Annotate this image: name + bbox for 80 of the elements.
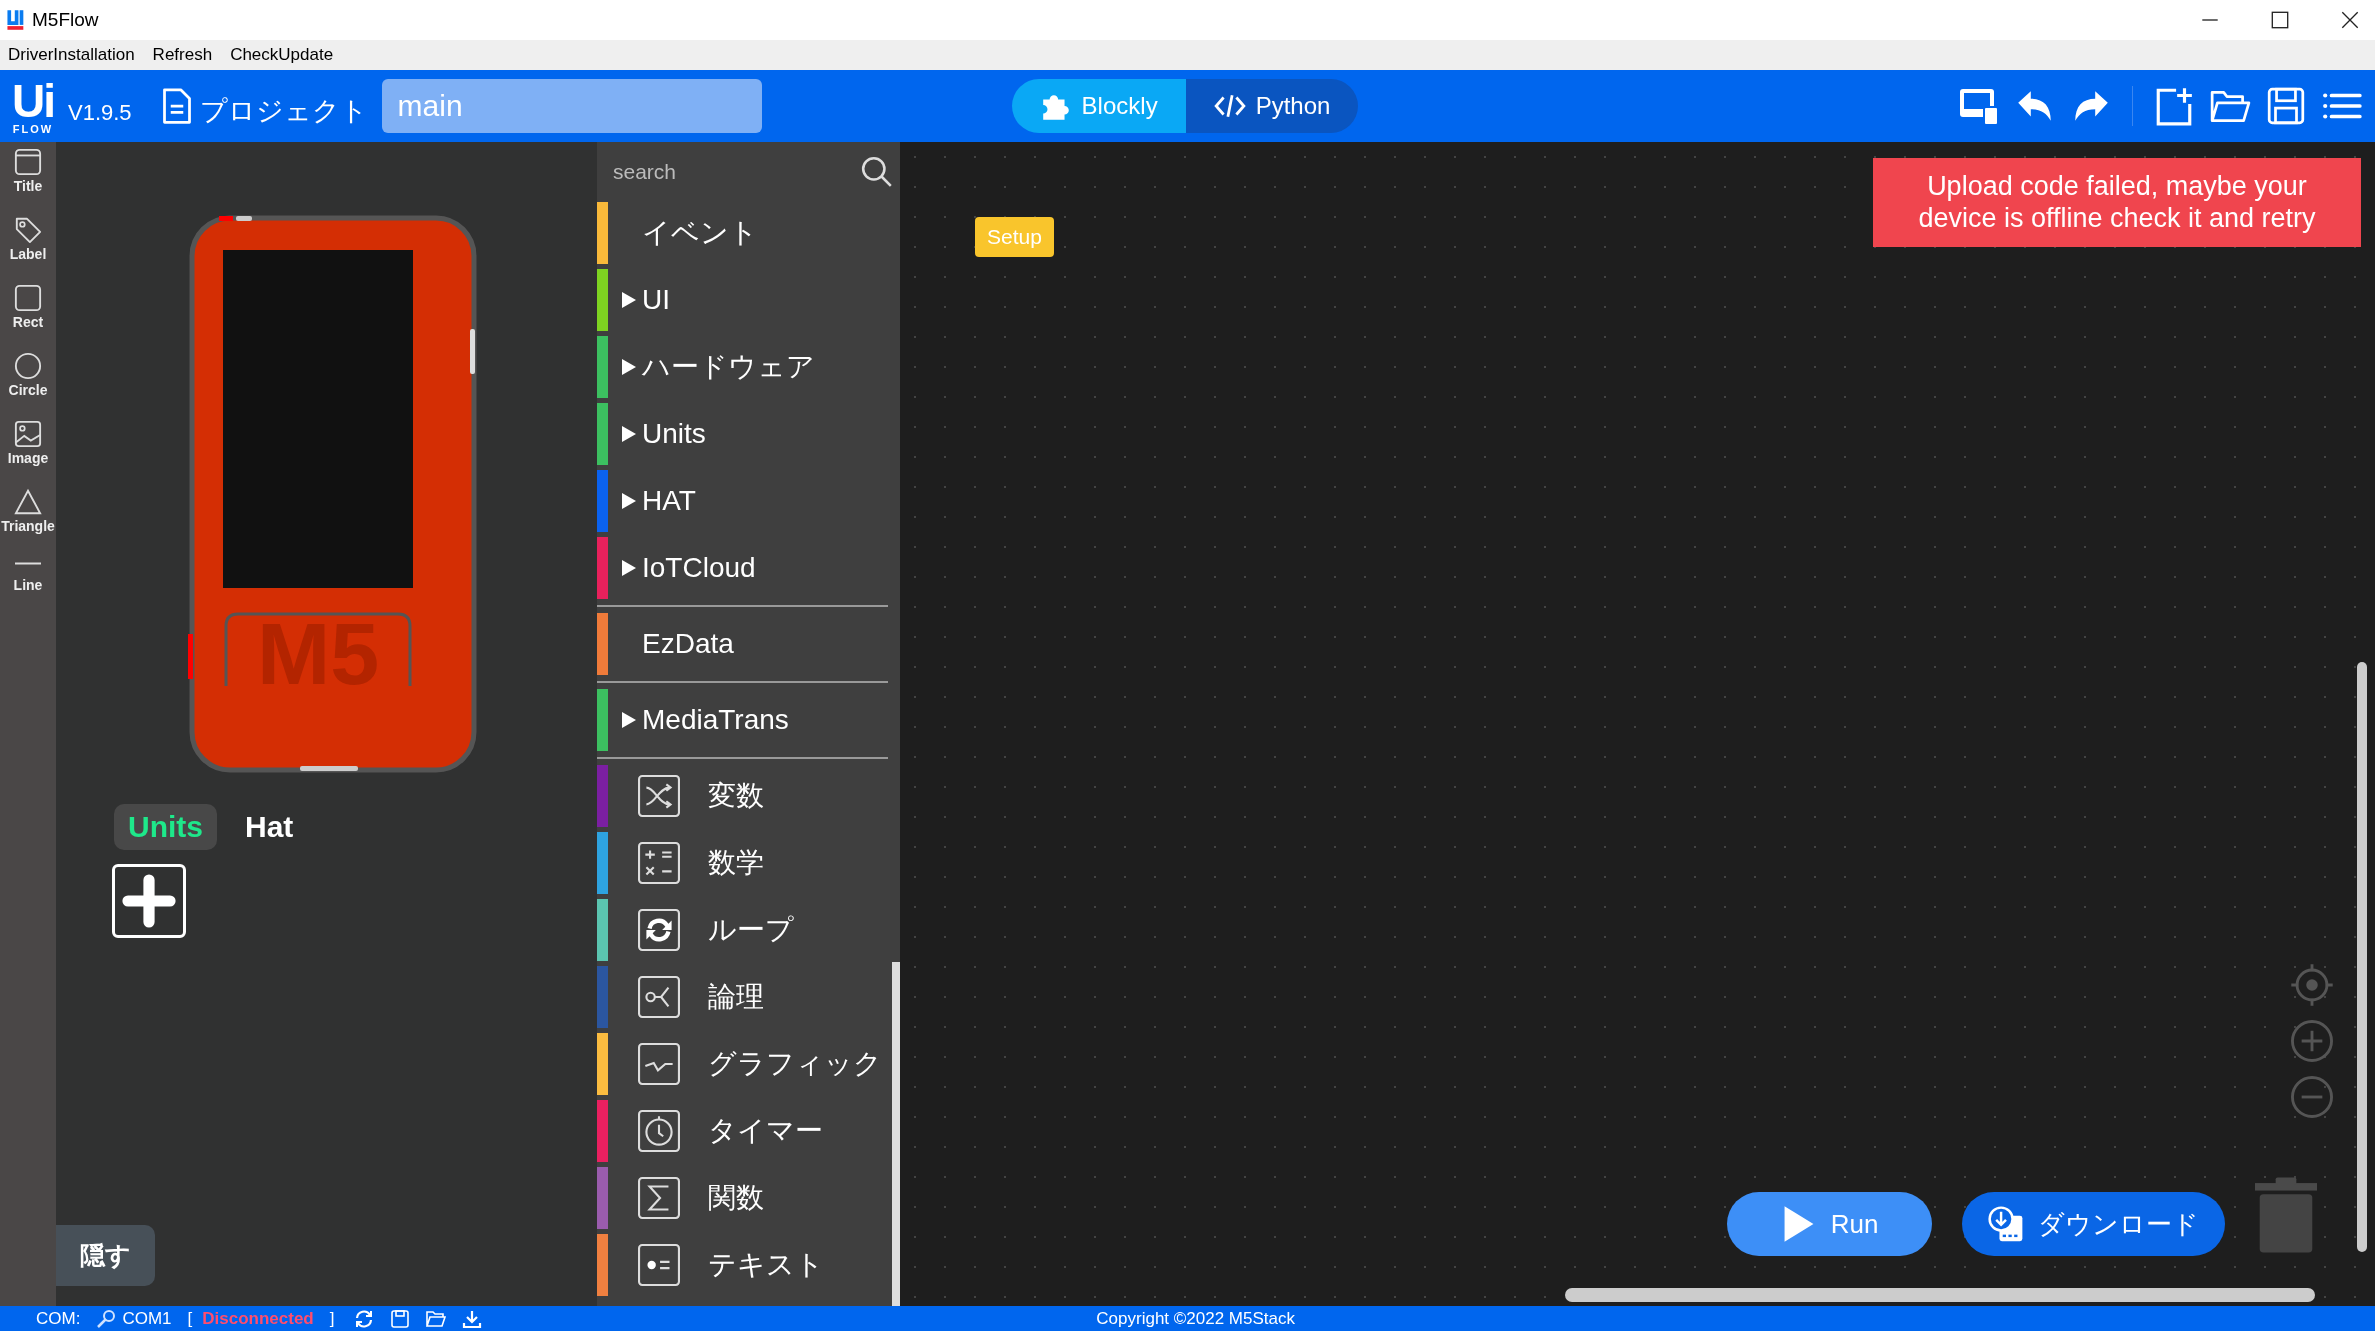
- tool-button[interactable]: Triangle: [1, 488, 55, 534]
- save-icon[interactable]: [2265, 85, 2307, 127]
- category-icon: [638, 1177, 680, 1219]
- download-button[interactable]: ダウンロード: [1962, 1192, 2225, 1256]
- category-icon: [638, 775, 680, 817]
- category-item[interactable]: IoTCloud: [597, 537, 888, 599]
- shape-icon: [14, 148, 42, 176]
- shape-icon: [14, 488, 42, 516]
- expand-arrow-icon: [622, 426, 636, 442]
- category-icon: [638, 1110, 680, 1152]
- tool-button[interactable]: Title: [13, 148, 43, 194]
- bracket: ]: [329, 1308, 335, 1329]
- maximize-icon[interactable]: [2269, 9, 2291, 31]
- shape-icon: [14, 352, 42, 380]
- menu-item[interactable]: Refresh: [152, 45, 213, 65]
- expand-arrow-icon: [622, 292, 636, 308]
- search-icon[interactable]: [860, 155, 894, 189]
- category-item[interactable]: HAT: [597, 470, 888, 532]
- horizontal-scrollbar[interactable]: [1565, 1288, 2315, 1302]
- com-label: COM:: [36, 1308, 81, 1329]
- category-item[interactable]: UI: [597, 269, 888, 331]
- tool-button[interactable]: Rect: [12, 284, 44, 330]
- category-item[interactable]: 関数: [597, 1167, 888, 1229]
- expand-arrow-icon: [622, 560, 636, 576]
- expand-arrow-icon: [622, 359, 636, 375]
- category-item[interactable]: Units: [597, 403, 888, 465]
- category-item[interactable]: 数学: [597, 832, 888, 894]
- shape-icon: [14, 284, 42, 312]
- category-item[interactable]: イベント: [597, 202, 888, 264]
- document-icon[interactable]: [161, 86, 192, 126]
- category-item[interactable]: MediaTrans: [597, 689, 888, 751]
- port-label[interactable]: COM1: [122, 1308, 172, 1329]
- expand-arrow-icon: [622, 712, 636, 728]
- category-item[interactable]: 変数: [597, 765, 888, 827]
- device-tab[interactable]: Units: [114, 804, 217, 850]
- window-title: M5Flow: [32, 9, 99, 31]
- line-icon: [13, 562, 43, 565]
- uiflow-logo: Ui FLOW: [12, 77, 54, 135]
- folder-icon[interactable]: [426, 1308, 447, 1329]
- category-icon: [638, 909, 680, 951]
- category-icon: [638, 1043, 680, 1085]
- shape-icon: [14, 420, 42, 448]
- search-field[interactable]: search: [611, 159, 860, 185]
- tool-button[interactable]: Circle: [8, 352, 48, 398]
- copyright-text: Copyright ©2022 M5Stack: [1096, 1308, 1295, 1329]
- tool-button[interactable]: Image: [7, 420, 49, 466]
- menu-item[interactable]: CheckUpdate: [230, 45, 334, 65]
- category-item[interactable]: グラフィック: [597, 1033, 888, 1095]
- download-icon[interactable]: [462, 1308, 483, 1329]
- bracket: [: [187, 1308, 193, 1329]
- download-device-icon: [1988, 1204, 2024, 1244]
- palette-scrollbar[interactable]: [892, 962, 900, 1306]
- refresh-icon[interactable]: [354, 1308, 375, 1329]
- add-button[interactable]: [112, 864, 186, 938]
- menu-item[interactable]: DriverInstallation: [8, 45, 135, 65]
- shape-icon: [14, 216, 42, 244]
- tool-button[interactable]: Label: [9, 216, 47, 262]
- mode-tab[interactable]: Python: [1185, 79, 1359, 133]
- category-icon: [638, 976, 680, 1018]
- expand-arrow-icon: [622, 493, 636, 509]
- close-icon[interactable]: [2339, 9, 2361, 31]
- category-item[interactable]: ハードウェア: [597, 336, 888, 398]
- version-label: V1.9.5: [68, 100, 132, 126]
- category-item[interactable]: 論理: [597, 966, 888, 1028]
- category-item[interactable]: テキスト: [597, 1234, 888, 1296]
- hide-button[interactable]: 隠す: [56, 1225, 155, 1286]
- device-tab[interactable]: Hat: [231, 804, 308, 850]
- app-logo-icon: [6, 9, 26, 31]
- error-toast: Upload code failed, maybe your device is offline check it and retry: [1873, 158, 2361, 247]
- category-item[interactable]: タイマー: [597, 1100, 888, 1162]
- plus-icon: [121, 873, 177, 929]
- connection-status: Disconnected: [202, 1308, 314, 1329]
- project-label[interactable]: プロジェクト: [199, 93, 368, 129]
- tool-button[interactable]: Line: [13, 556, 43, 593]
- category-item[interactable]: EzData: [597, 613, 888, 675]
- save-icon[interactable]: [390, 1308, 411, 1329]
- category-icon: [638, 1244, 680, 1286]
- vertical-scrollbar[interactable]: [2357, 662, 2367, 1252]
- category-icon: [638, 842, 680, 884]
- category-item[interactable]: ループ: [597, 899, 888, 961]
